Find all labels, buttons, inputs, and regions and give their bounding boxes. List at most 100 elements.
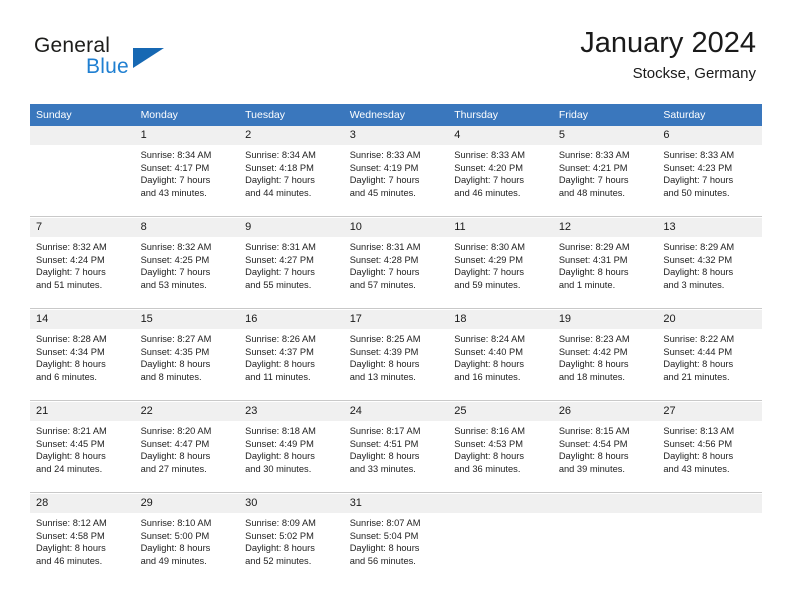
calendar-day-cell[interactable]: 15 Sunrise: 8:27 AM Sunset: 4:35 PM Dayligh… bbox=[134, 310, 240, 401]
day-cell-inner: 22 Sunrise: 8:20 AM Sunset: 4:47 PM Dayligh… bbox=[134, 402, 240, 492]
calendar-day-cell[interactable]: 1 Sunrise: 8:34 AM Sunset: 4:17 PM Daylight… bbox=[134, 126, 240, 217]
calendar-day-cell[interactable]: 29 Sunrise: 8:10 AM Sunset: 5:00 PM Dayligh… bbox=[134, 494, 240, 584]
day-cell-inner: 7 Sunrise: 8:32 AM Sunset: 4:24 PM Daylight… bbox=[30, 218, 135, 308]
calendar-day-cell[interactable]: 10 Sunrise: 8:31 AM Sunset: 4:28 PM Dayligh… bbox=[343, 218, 449, 309]
sunrise-text: Sunrise: 8:34 AM bbox=[245, 150, 316, 160]
day-cell-inner: 30 Sunrise: 8:09 AM Sunset: 5:02 PM Dayligh… bbox=[239, 494, 344, 584]
calendar-day-cell[interactable]: 26 Sunrise: 8:15 AM Sunset: 4:54 PM Dayligh… bbox=[552, 402, 658, 493]
calendar-day-cell[interactable]: 6 Sunrise: 8:33 AM Sunset: 4:23 PM Daylight… bbox=[657, 126, 762, 217]
daylight-text-line1: Daylight: 8 hours bbox=[140, 451, 211, 462]
daylight-text-line2: and 39 minutes. bbox=[558, 463, 625, 474]
day-number bbox=[448, 494, 553, 513]
sunrise-text: Sunrise: 8:29 AM bbox=[663, 242, 735, 252]
sunrise-text: Sunrise: 8:32 AM bbox=[140, 242, 212, 252]
day-details: Sunrise: 8:18 AM Sunset: 4:49 PM Daylight:… bbox=[239, 421, 344, 475]
weekday-header-thursday: Thursday bbox=[448, 104, 553, 126]
calendar-day-cell[interactable]: 23 Sunrise: 8:18 AM Sunset: 4:49 PM Dayligh… bbox=[239, 402, 344, 493]
weekday-header-wednesday: Wednesday bbox=[343, 104, 449, 126]
sunrise-text: Sunrise: 8:30 AM bbox=[454, 242, 526, 252]
general-blue-logo[interactable]: General Blue bbox=[34, 34, 214, 84]
sunset-text: Sunset: 4:51 PM bbox=[349, 438, 419, 449]
day-number bbox=[552, 494, 658, 513]
day-number: 15 bbox=[134, 310, 240, 329]
calendar-day-cell[interactable]: 19 Sunrise: 8:23 AM Sunset: 4:42 PM Dayligh… bbox=[552, 310, 658, 401]
weekday-header-saturday: Saturday bbox=[657, 104, 762, 126]
sunset-text: Sunset: 4:47 PM bbox=[140, 438, 210, 449]
calendar-day-cell[interactable]: 24 Sunrise: 8:17 AM Sunset: 4:51 PM Dayligh… bbox=[343, 402, 449, 493]
day-details: Sunrise: 8:33 AM Sunset: 4:23 PM Daylight:… bbox=[657, 145, 762, 199]
calendar-day-cell[interactable]: 4 Sunrise: 8:33 AM Sunset: 4:20 PM Daylight… bbox=[448, 126, 553, 217]
daylight-text-line1: Daylight: 8 hours bbox=[36, 451, 106, 462]
sunrise-text: Sunrise: 8:22 AM bbox=[663, 334, 735, 344]
day-details: Sunrise: 8:20 AM Sunset: 4:47 PM Daylight:… bbox=[135, 421, 240, 475]
sunrise-text: Sunrise: 8:33 AM bbox=[349, 150, 421, 160]
calendar-day-cell[interactable]: 13 Sunrise: 8:29 AM Sunset: 4:32 PM Dayligh… bbox=[657, 218, 762, 309]
day-cell-inner: 31 Sunrise: 8:07 AM Sunset: 5:04 PM Dayligh… bbox=[343, 494, 449, 584]
day-number: 28 bbox=[30, 494, 135, 513]
sunset-text: Sunset: 4:39 PM bbox=[349, 346, 419, 357]
day-number: 2 bbox=[239, 126, 344, 145]
day-details: Sunrise: 8:29 AM Sunset: 4:32 PM Daylight:… bbox=[657, 237, 762, 291]
calendar-week-row: 1 Sunrise: 8:34 AM Sunset: 4:17 PM Daylight… bbox=[30, 126, 762, 217]
calendar-day-cell[interactable]: 17 Sunrise: 8:25 AM Sunset: 4:39 PM Dayligh… bbox=[343, 310, 449, 401]
sunset-text: Sunset: 4:42 PM bbox=[558, 346, 628, 357]
day-cell-inner: 6 Sunrise: 8:33 AM Sunset: 4:23 PM Daylight… bbox=[657, 126, 762, 216]
sunrise-text: Sunrise: 8:33 AM bbox=[454, 150, 526, 160]
calendar-day-cell[interactable]: 28 Sunrise: 8:12 AM Sunset: 4:58 PM Dayligh… bbox=[30, 494, 135, 584]
calendar-body: 1 Sunrise: 8:34 AM Sunset: 4:17 PM Daylight… bbox=[30, 126, 762, 584]
day-details: Sunrise: 8:23 AM Sunset: 4:42 PM Daylight:… bbox=[553, 329, 658, 383]
calendar-day-cell[interactable]: 27 Sunrise: 8:13 AM Sunset: 4:56 PM Dayligh… bbox=[657, 402, 762, 493]
calendar-day-cell[interactable]: 2 Sunrise: 8:34 AM Sunset: 4:18 PM Daylight… bbox=[239, 126, 344, 217]
daylight-text-line2: and 33 minutes. bbox=[349, 463, 416, 474]
sunrise-text: Sunrise: 8:23 AM bbox=[558, 334, 630, 344]
day-cell-inner: 29 Sunrise: 8:10 AM Sunset: 5:00 PM Dayligh… bbox=[134, 494, 240, 584]
page-title: January 2024 bbox=[580, 27, 756, 59]
sunset-text: Sunset: 5:04 PM bbox=[349, 530, 419, 541]
daylight-text-line2: and 45 minutes. bbox=[349, 187, 416, 198]
calendar-day-cell[interactable]: 7 Sunrise: 8:32 AM Sunset: 4:24 PM Daylight… bbox=[30, 218, 135, 309]
calendar-day-cell[interactable]: 5 Sunrise: 8:33 AM Sunset: 4:21 PM Daylight… bbox=[552, 126, 658, 217]
sunrise-text: Sunrise: 8:12 AM bbox=[36, 518, 107, 528]
calendar-day-cell[interactable]: 21 Sunrise: 8:21 AM Sunset: 4:45 PM Dayligh… bbox=[30, 402, 135, 493]
day-cell-inner: 23 Sunrise: 8:18 AM Sunset: 4:49 PM Dayligh… bbox=[239, 402, 344, 492]
sunrise-text: Sunrise: 8:34 AM bbox=[140, 150, 212, 160]
daylight-text-line2: and 48 minutes. bbox=[558, 187, 625, 198]
calendar-page: General Blue January 2024 Stockse, Germa… bbox=[0, 0, 792, 612]
calendar-week-row: 21 Sunrise: 8:21 AM Sunset: 4:45 PM Dayligh… bbox=[30, 402, 762, 493]
sunrise-text: Sunrise: 8:10 AM bbox=[140, 518, 212, 528]
sunrise-text: Sunrise: 8:33 AM bbox=[558, 150, 630, 160]
calendar-day-cell[interactable]: 14 Sunrise: 8:28 AM Sunset: 4:34 PM Dayligh… bbox=[30, 310, 135, 401]
daylight-text-line1: Daylight: 7 hours bbox=[454, 175, 525, 186]
calendar-day-cell[interactable]: 30 Sunrise: 8:09 AM Sunset: 5:02 PM Dayligh… bbox=[239, 494, 344, 584]
sunset-text: Sunset: 4:49 PM bbox=[245, 438, 314, 449]
calendar-day-cell[interactable]: 8 Sunrise: 8:32 AM Sunset: 4:25 PM Daylight… bbox=[134, 218, 240, 309]
day-number: 26 bbox=[552, 402, 658, 421]
day-number: 27 bbox=[657, 402, 762, 421]
daylight-text-line1: Daylight: 7 hours bbox=[245, 175, 315, 186]
calendar-day-cell[interactable]: 16 Sunrise: 8:26 AM Sunset: 4:37 PM Dayligh… bbox=[239, 310, 344, 401]
calendar-day-cell[interactable]: 11 Sunrise: 8:30 AM Sunset: 4:29 PM Dayligh… bbox=[448, 218, 553, 309]
calendar-day-cell[interactable]: 9 Sunrise: 8:31 AM Sunset: 4:27 PM Daylight… bbox=[239, 218, 344, 309]
calendar-day-cell[interactable]: 3 Sunrise: 8:33 AM Sunset: 4:19 PM Daylight… bbox=[343, 126, 449, 217]
calendar-day-cell[interactable]: 22 Sunrise: 8:20 AM Sunset: 4:47 PM Dayligh… bbox=[134, 402, 240, 493]
day-details: Sunrise: 8:16 AM Sunset: 4:53 PM Daylight:… bbox=[448, 421, 553, 475]
daylight-text-line1: Daylight: 8 hours bbox=[349, 451, 420, 462]
calendar-day-cell[interactable]: 31 Sunrise: 8:07 AM Sunset: 5:04 PM Dayligh… bbox=[343, 494, 449, 584]
calendar-day-cell[interactable]: 20 Sunrise: 8:22 AM Sunset: 4:44 PM Dayligh… bbox=[657, 310, 762, 401]
calendar-day-cell[interactable]: 12 Sunrise: 8:29 AM Sunset: 4:31 PM Dayligh… bbox=[552, 218, 658, 309]
calendar-week-row: 7 Sunrise: 8:32 AM Sunset: 4:24 PM Daylight… bbox=[30, 218, 762, 309]
sunset-text: Sunset: 4:21 PM bbox=[558, 162, 628, 173]
daylight-text-line1: Daylight: 8 hours bbox=[140, 359, 211, 370]
daylight-text-line2: and 44 minutes. bbox=[245, 187, 312, 198]
daylight-text-line2: and 43 minutes. bbox=[140, 187, 207, 198]
day-details: Sunrise: 8:24 AM Sunset: 4:40 PM Daylight:… bbox=[448, 329, 553, 383]
daylight-text-line1: Daylight: 7 hours bbox=[245, 267, 315, 278]
calendar-day-cell[interactable]: 18 Sunrise: 8:24 AM Sunset: 4:40 PM Dayligh… bbox=[448, 310, 553, 401]
day-cell-inner bbox=[448, 494, 553, 584]
day-cell-inner: 2 Sunrise: 8:34 AM Sunset: 4:18 PM Daylight… bbox=[239, 126, 344, 216]
calendar-day-cell[interactable]: 25 Sunrise: 8:16 AM Sunset: 4:53 PM Dayligh… bbox=[448, 402, 553, 493]
calendar-week-row: 14 Sunrise: 8:28 AM Sunset: 4:34 PM Dayligh… bbox=[30, 310, 762, 401]
daylight-text-line2: and 52 minutes. bbox=[245, 555, 312, 566]
day-number: 12 bbox=[552, 218, 658, 237]
daylight-text-line2: and 18 minutes. bbox=[558, 371, 625, 382]
